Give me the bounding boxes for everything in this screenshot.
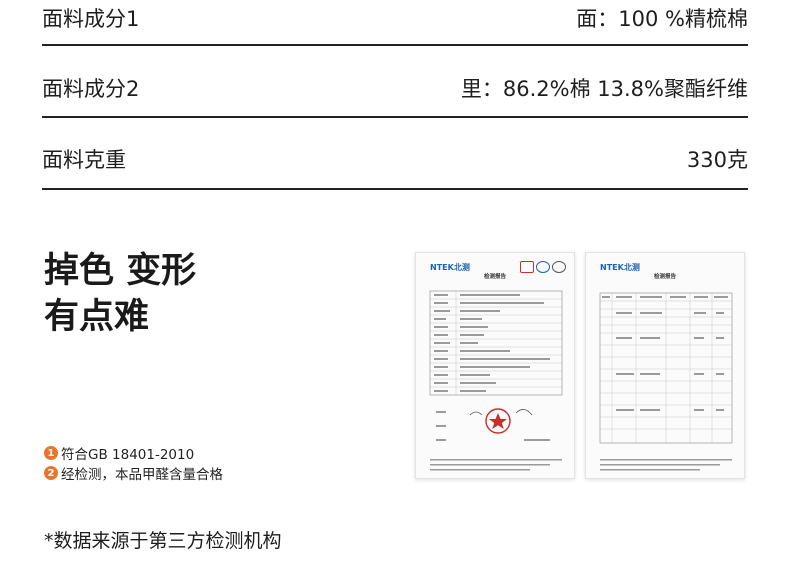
headline: 掉色 变形 有点难	[44, 248, 196, 340]
note-text: 符合GB 18401-2010	[61, 447, 195, 463]
number-badge: 1	[44, 446, 58, 460]
divider	[42, 116, 748, 118]
spec-value: 330克	[686, 148, 748, 172]
divider	[42, 188, 748, 190]
divider	[42, 44, 748, 46]
spec-row: 面料成分2 里：86.2%棉 13.8%聚酯纤维	[42, 68, 748, 108]
test-report-image-1: NTEK北测 检测报告	[415, 252, 575, 479]
report-content-graphic	[599, 292, 733, 471]
test-report-image-2: NTEK北测 检测报告	[585, 252, 745, 479]
report-content-graphic	[429, 290, 563, 471]
headline-line-2: 有点难	[44, 297, 150, 337]
notes-list: 1 符合GB 18401-2010 2 经检测，本品甲醛含量合格	[44, 444, 223, 484]
headline-line-1: 掉色 变形	[44, 251, 197, 291]
spec-key: 面料成分2	[42, 77, 140, 101]
spec-key: 面料克重	[42, 148, 126, 172]
footnote: *数据来源于第三方检测机构	[44, 530, 282, 552]
spec-key: 面料成分1	[42, 7, 140, 31]
note-text: 经检测，本品甲醛含量合格	[61, 467, 223, 483]
note-item: 2 经检测，本品甲醛含量合格	[44, 464, 223, 483]
number-badge: 2	[44, 466, 58, 480]
note-item: 1 符合GB 18401-2010	[44, 444, 223, 463]
spec-value: 里：86.2%棉 13.8%聚酯纤维	[460, 77, 748, 101]
spec-value: 面：100 %精梳棉	[576, 7, 748, 31]
spec-row: 面料成分1 面：100 %精梳棉	[42, 0, 748, 38]
spec-row: 面料克重 330克	[42, 139, 748, 179]
